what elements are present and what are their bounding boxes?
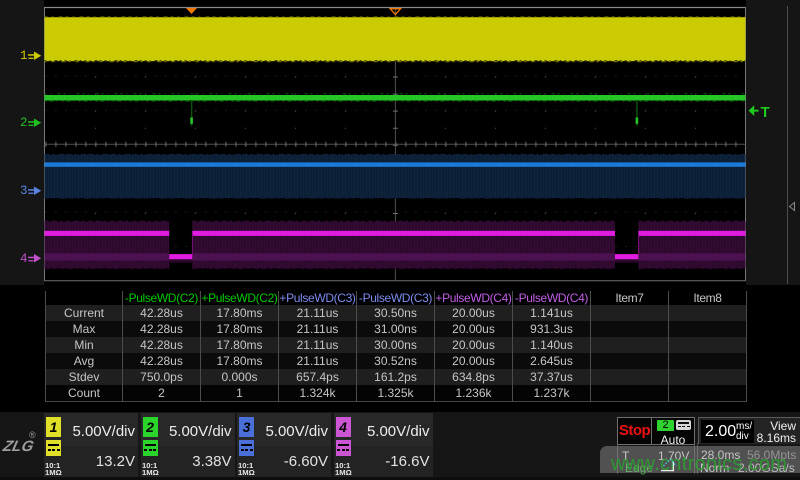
svg-text:4: 4 — [20, 252, 28, 266]
svg-text:1: 1 — [20, 49, 28, 63]
svg-text:3: 3 — [20, 184, 28, 198]
svg-text:T: T — [761, 104, 770, 121]
svg-text:2: 2 — [20, 116, 28, 130]
